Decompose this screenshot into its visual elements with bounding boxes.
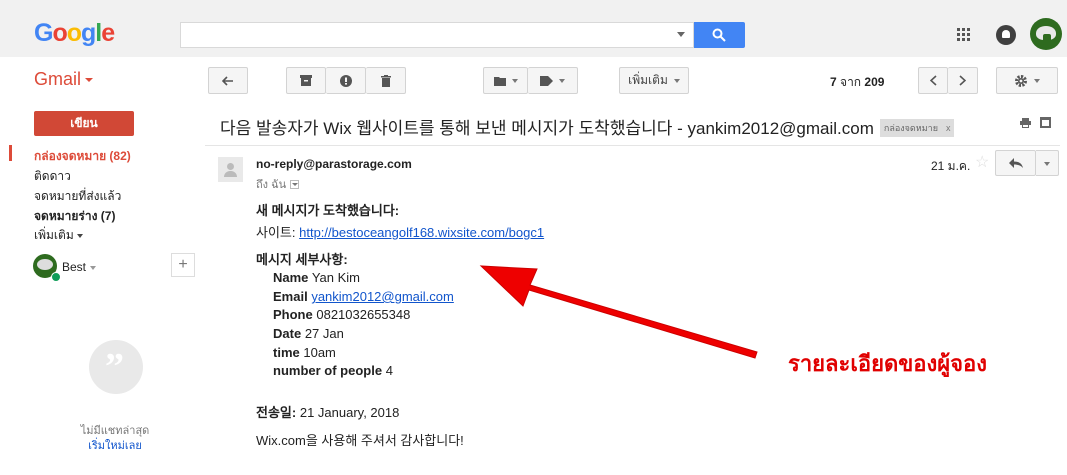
annotation-text: รายละเอียดของผู้จอง	[788, 351, 987, 376]
annotation-arrow	[479, 265, 758, 359]
